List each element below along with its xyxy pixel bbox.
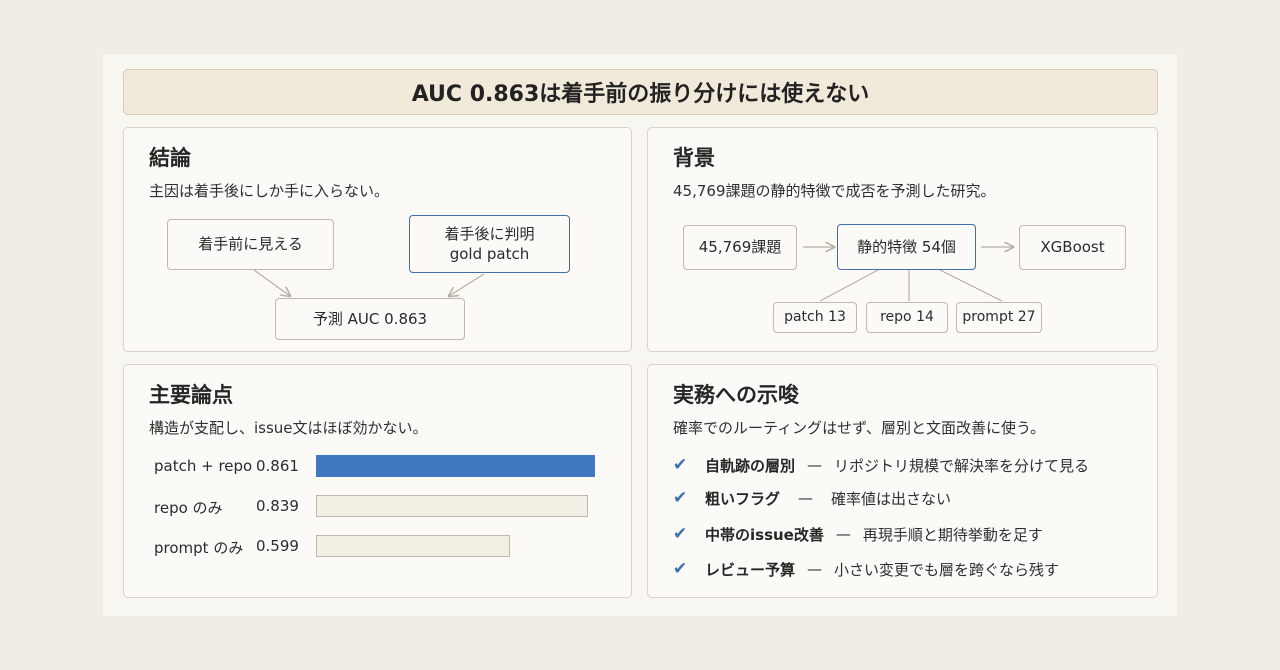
box-after-start-line2: gold patch (449, 245, 530, 263)
box-repo: repo 14 (866, 302, 948, 333)
implication-dash: — (807, 560, 823, 578)
implication-desc: リポジトリ規模で解決率を分けて見る (834, 456, 1090, 475)
check-icon: ✔ (673, 455, 688, 475)
implication-head: 中帯のissue改善 (705, 525, 824, 544)
implication-desc: 小さい変更でも層を跨ぐなら残す (834, 560, 1060, 579)
bar-value-label: 0.839 (256, 497, 299, 515)
implication-desc: 再現手順と期待挙動を足す (862, 525, 1043, 544)
box-model-label: XGBoost (1040, 238, 1105, 257)
background-heading: 背景 (673, 146, 715, 170)
box-result: 予測 AUC 0.863 (275, 298, 465, 340)
bar-value-label: 0.861 (256, 457, 299, 475)
bar (316, 535, 510, 557)
box-repo-label: repo 14 (880, 309, 934, 326)
infographic-canvas: AUC 0.863は着手前の振り分けには使えない 結論 主因は着手後にしか手に入… (103, 54, 1177, 616)
implication-desc: 確率値は出さない (831, 489, 952, 508)
box-patch: patch 13 (773, 302, 857, 333)
connector-patch (819, 269, 879, 302)
box-patch-label: patch 13 (784, 309, 846, 326)
bar-category-label: prompt のみ (154, 539, 244, 557)
bar-row: repo のみ 0.839 (154, 495, 614, 519)
implication-item: ✔ レビュー予算 — 小さい変更でも層を跨ぐなら残す (673, 558, 1059, 580)
box-tasks-label: 45,769課題 (698, 238, 782, 257)
box-prompt: prompt 27 (956, 302, 1042, 333)
arrow-before-to-result (253, 269, 290, 296)
background-panel: 背景 45,769課題の静的特徴で成否を予測した研究。 45,769課題 静的特… (647, 127, 1158, 352)
box-features-label: 静的特徴 54個 (857, 237, 956, 256)
implication-dash: — (798, 489, 814, 507)
implication-item: ✔ 自軌跡の層別 — リポジトリ規模で解決率を分けて見る (673, 454, 1089, 476)
bar-row: prompt のみ 0.599 (154, 535, 614, 559)
points-subtitle: 構造が支配し、issue文はほぼ効かない。 (149, 419, 428, 437)
conclusion-subtitle: 主因は着手後にしか手に入らない。 (149, 182, 390, 200)
box-model: XGBoost (1019, 225, 1126, 270)
bar-category-label: patch + repo (154, 457, 253, 475)
bar-value-label: 0.599 (256, 537, 299, 555)
bar (316, 495, 588, 517)
implication-head: 自軌跡の層別 (705, 456, 796, 475)
implications-panel: 実務への示唆 確率でのルーティングはせず、層別と文面改善に使う。 ✔ 自軌跡の層… (647, 364, 1158, 598)
check-icon: ✔ (673, 488, 688, 508)
box-after-start: 着手後に判明 gold patch (409, 215, 570, 273)
box-tasks: 45,769課題 (683, 225, 797, 270)
implication-item: ✔ 粗いフラグ — 確率値は出さない (673, 487, 951, 509)
box-before-start-label: 着手前に見える (198, 235, 303, 254)
bar-row: patch + repo 0.861 (154, 455, 614, 479)
arrow-after-to-result (449, 273, 485, 296)
check-icon: ✔ (673, 524, 688, 544)
box-prompt-label: prompt 27 (962, 309, 1036, 326)
implications-subtitle: 確率でのルーティングはせず、層別と文面改善に使う。 (673, 419, 1046, 437)
points-panel: 主要論点 構造が支配し、issue文はほぼ効かない。 patch + repo 0… (123, 364, 632, 598)
implication-head: レビュー予算 (705, 560, 796, 579)
bar-category-label: repo のみ (154, 499, 223, 517)
points-heading: 主要論点 (149, 383, 233, 407)
box-before-start: 着手前に見える (167, 219, 334, 270)
implication-dash: — (835, 525, 851, 543)
bar (316, 455, 595, 477)
implication-head: 粗いフラグ (705, 489, 781, 508)
box-result-label: 予測 AUC 0.863 (312, 309, 428, 328)
conclusion-panel: 結論 主因は着手後にしか手に入らない。 着手前に見える 着手後に判明 gold … (123, 127, 632, 352)
implication-dash: — (807, 456, 823, 474)
connector-prompt (939, 269, 1003, 302)
implication-item: ✔ 中帯のissue改善 — 再現手順と期待挙動を足す (673, 523, 1043, 545)
box-after-start-line1: 着手後に判明 (444, 224, 535, 243)
background-subtitle: 45,769課題の静的特徴で成否を予測した研究。 (673, 182, 996, 200)
conclusion-heading: 結論 (149, 146, 191, 170)
page-title: AUC 0.863は着手前の振り分けには使えない (123, 69, 1158, 115)
check-icon: ✔ (673, 559, 688, 579)
implications-heading: 実務への示唆 (673, 383, 799, 407)
box-features: 静的特徴 54個 (837, 224, 976, 270)
